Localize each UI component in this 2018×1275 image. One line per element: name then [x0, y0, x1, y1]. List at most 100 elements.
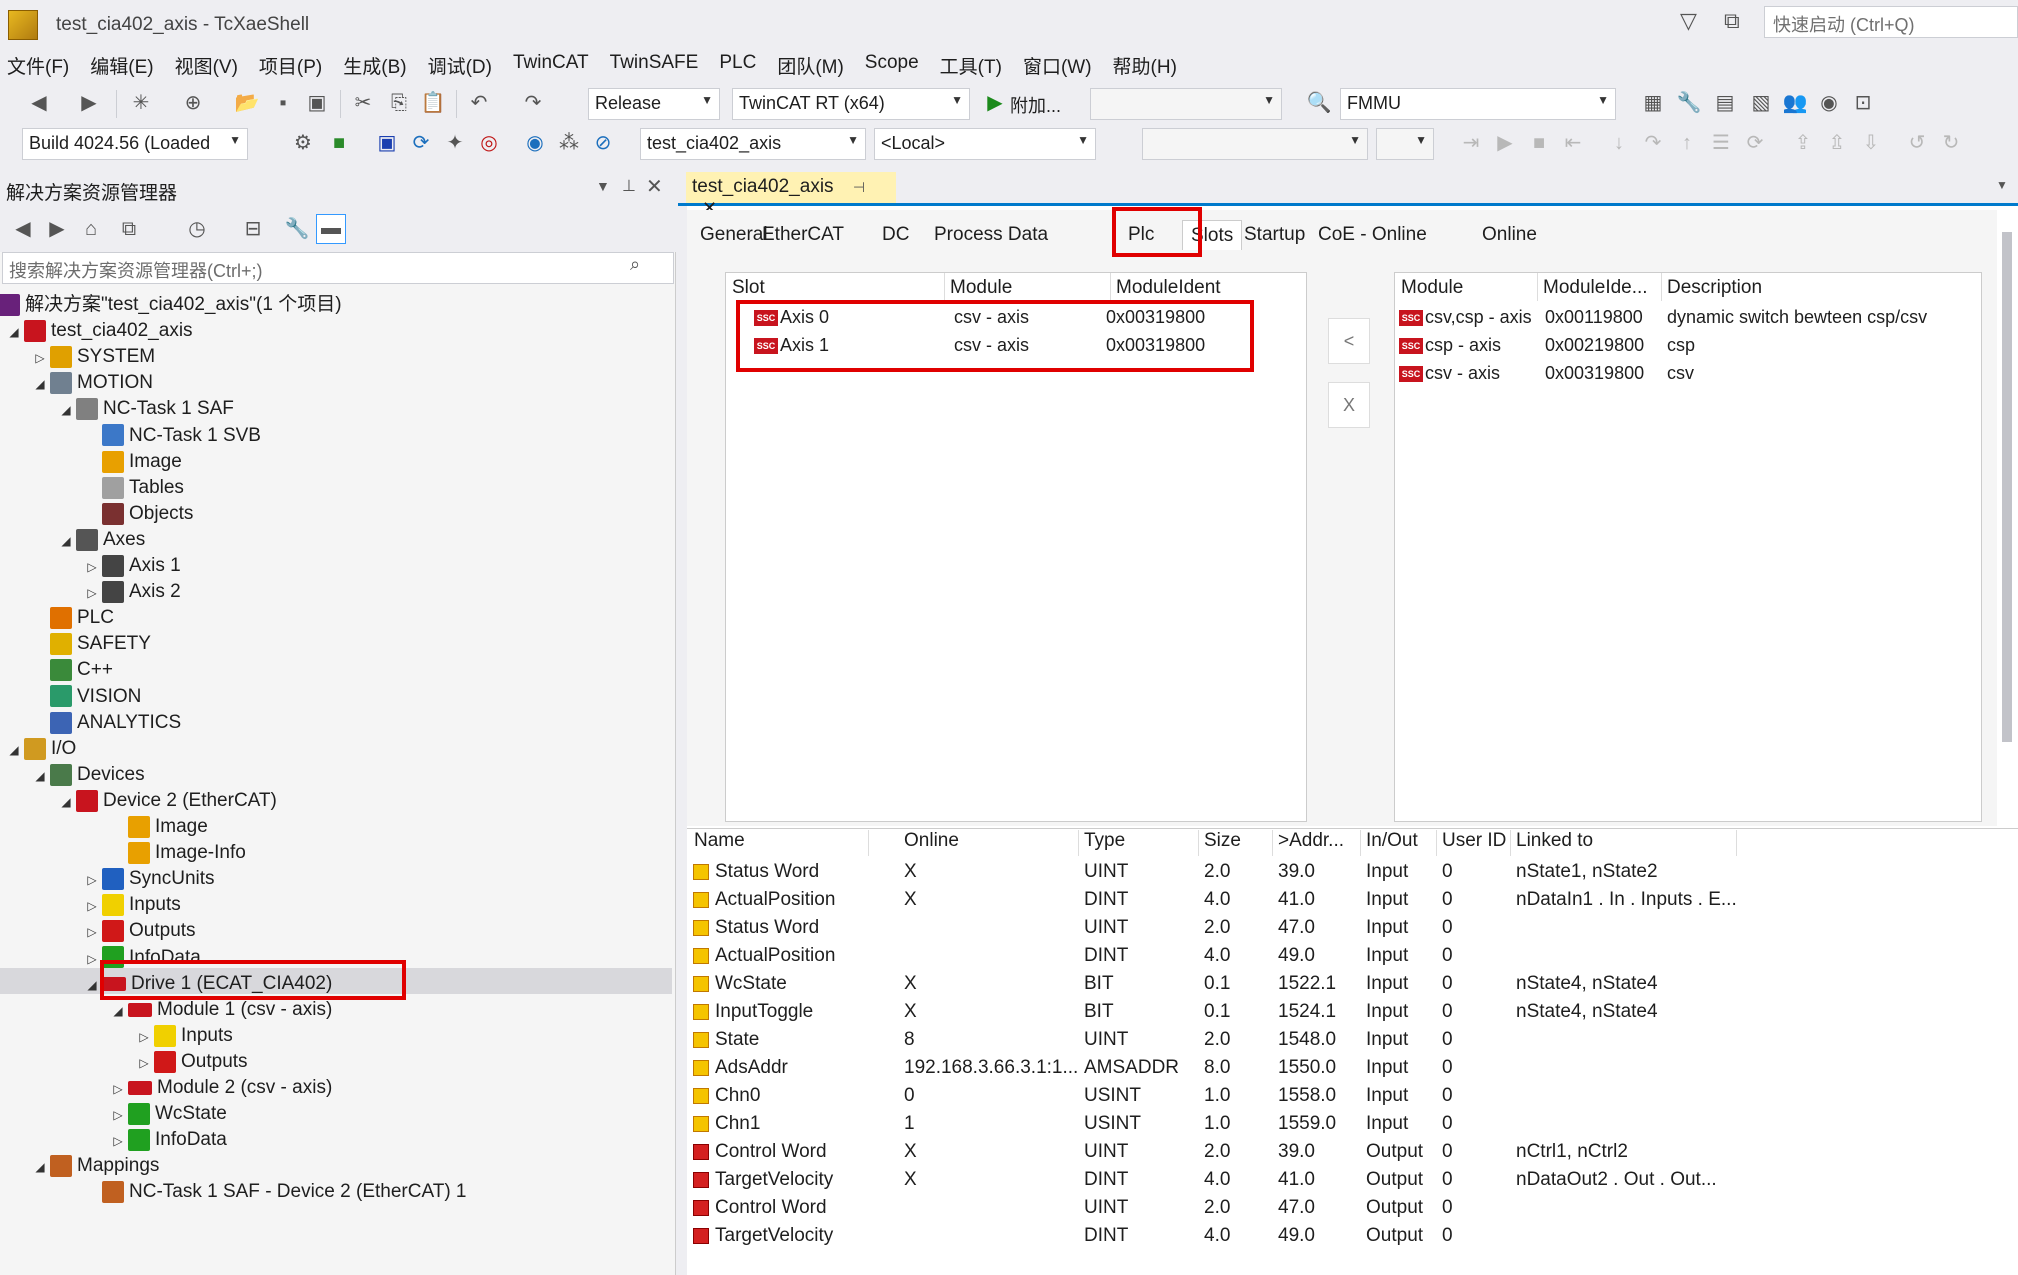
terminal-icon[interactable]: ⊡ — [1850, 90, 1876, 116]
save-all-icon[interactable]: ▣ — [304, 90, 330, 116]
tab-dc[interactable]: DC — [882, 220, 909, 250]
variables-column-header[interactable]: User ID — [1442, 830, 1506, 852]
modules-column-header[interactable]: Module — [1401, 277, 1463, 299]
team-icon[interactable]: 👥 — [1782, 90, 1808, 116]
tree-node[interactable]: ◢ Device 2 (EtherCAT) — [56, 788, 277, 814]
target-system-dropdown[interactable]: <Local> ▼ — [874, 128, 1096, 160]
expand-icon[interactable]: ▷ — [82, 554, 102, 580]
variable-row[interactable]: Control Word UINT 2.0 47.0 Output 0 — [687, 1195, 2018, 1223]
slots-column-header[interactable]: Module — [950, 277, 1012, 299]
modules-column-header[interactable]: ModuleIde... — [1543, 277, 1648, 299]
toggle-freerun-icon[interactable]: ◎ — [476, 130, 502, 156]
expand-icon[interactable]: ▷ — [30, 345, 50, 371]
find-icon[interactable]: 🔍 — [1306, 90, 1332, 116]
tree-node[interactable]: ▷ SyncUnits — [82, 866, 215, 892]
collapse-icon[interactable]: ◢ — [82, 972, 102, 998]
network-icon[interactable]: ⁂ — [556, 130, 582, 156]
variables-column-header[interactable]: Linked to — [1516, 830, 1593, 852]
expand-icon[interactable]: ▷ — [82, 919, 102, 945]
forward-icon[interactable]: ▶ — [76, 90, 102, 116]
menu-item[interactable]: 团队(M) — [770, 50, 857, 80]
menu-item[interactable]: 项目(P) — [252, 50, 336, 80]
attach-button[interactable]: 附加... — [1010, 92, 1061, 118]
slots-column-header[interactable]: ModuleIdent — [1116, 277, 1221, 299]
collapse-icon[interactable]: ◢ — [4, 737, 24, 763]
expand-icon[interactable]: ▷ — [82, 893, 102, 919]
filter-icon[interactable]: ▽ — [1680, 8, 1697, 34]
solution-icon[interactable]: ▦ — [1640, 90, 1666, 116]
tree-node[interactable]: Objects — [82, 501, 193, 527]
variable-row[interactable]: ActualPosition X DINT 4.0 41.0 Input 0 nDataIn1… — [687, 887, 2018, 915]
chevron-down-icon[interactable]: ▼ — [596, 178, 610, 194]
collapse-icon[interactable]: ◢ — [108, 998, 128, 1024]
open-folder-icon[interactable]: 📂 — [234, 90, 260, 116]
start-icon[interactable]: ▶ — [982, 90, 1008, 116]
toolbox-icon[interactable]: ▧ — [1748, 90, 1774, 116]
search-icon[interactable]: ⌕ — [630, 254, 640, 275]
collapse-icon[interactable]: ◢ — [30, 371, 50, 397]
tree-node[interactable]: ▷ WcState — [108, 1101, 227, 1127]
pin-icon[interactable]: ⊥ — [622, 176, 636, 196]
variable-row[interactable]: Status Word UINT 2.0 47.0 Input 0 — [687, 915, 2018, 943]
variable-row[interactable]: TargetVelocity X DINT 4.0 41.0 Output 0 nDataOu… — [687, 1167, 2018, 1195]
search-combo[interactable]: FMMU ▼ — [1340, 88, 1616, 120]
tree-node[interactable]: ▷ Inputs — [134, 1023, 233, 1049]
tree-node[interactable]: ▷ Axis 2 — [82, 579, 181, 605]
collapse-all-icon[interactable]: ⊟ — [240, 216, 266, 242]
variables-column-header[interactable]: Size — [1204, 830, 1241, 852]
reload-icon[interactable]: ⟳ — [408, 130, 434, 156]
insert-module-button[interactable]: < — [1328, 318, 1370, 364]
menu-item[interactable]: 视图(V) — [168, 50, 252, 80]
tab-general[interactable]: General — [700, 220, 768, 250]
run-mode-icon[interactable]: ■ — [326, 130, 352, 156]
variable-row[interactable]: InputToggle X BIT 0.1 1524.1 Input 0 nState4, n… — [687, 999, 2018, 1027]
module-row[interactable]: SSC csp - axis — [1399, 335, 1501, 356]
tab-startup[interactable]: Startup — [1244, 220, 1305, 250]
tree-node[interactable]: ◢ Axes — [56, 527, 145, 553]
configuration-dropdown[interactable]: Release ▼ — [588, 88, 720, 120]
tree-node[interactable]: PLC — [30, 605, 114, 631]
variable-row[interactable]: Control Word X UINT 2.0 39.0 Output 0 nCtrl1, n… — [687, 1139, 2018, 1167]
tree-node[interactable]: Image — [82, 449, 182, 475]
tree-node[interactable]: ▷ Module 2 (csv - axis) — [108, 1075, 332, 1101]
tree-node[interactable]: C++ — [30, 657, 113, 683]
tree-node[interactable]: ▷ Outputs — [134, 1049, 248, 1075]
expand-icon[interactable]: ▷ — [134, 1050, 154, 1076]
expand-icon[interactable]: ▷ — [108, 1076, 128, 1102]
save-icon[interactable]: ▪ — [270, 90, 296, 116]
menu-item[interactable]: 编辑(E) — [83, 50, 167, 80]
variables-column-header[interactable]: Name — [694, 830, 745, 852]
collapse-icon[interactable]: ◢ — [30, 763, 50, 789]
collapse-icon[interactable]: ◢ — [4, 319, 24, 345]
target-icon[interactable]: ◉ — [522, 130, 548, 156]
back-icon[interactable]: ◀ — [26, 90, 52, 116]
menu-item[interactable]: 生成(B) — [336, 50, 420, 80]
menu-item[interactable]: 工具(T) — [933, 50, 1016, 80]
disable-icon[interactable]: ⊘ — [590, 130, 616, 156]
tree-node[interactable]: ▷ SYSTEM — [30, 344, 155, 370]
tree-node[interactable]: NC-Task 1 SVB — [82, 423, 261, 449]
solution-search-input[interactable]: 搜索解决方案资源管理器(Ctrl+;) — [2, 252, 674, 284]
collapse-icon[interactable]: ◢ — [56, 528, 76, 554]
switch-views-icon[interactable]: ⧉ — [116, 216, 142, 242]
menu-item[interactable]: Scope — [858, 50, 933, 80]
variables-column-header[interactable]: In/Out — [1366, 830, 1418, 852]
expand-icon[interactable]: ▷ — [134, 1024, 154, 1050]
tree-node[interactable]: ▷ Outputs — [82, 918, 196, 944]
back-icon[interactable]: ◀ — [10, 216, 36, 242]
new-project-icon[interactable]: ✳ — [128, 90, 154, 116]
collapse-icon[interactable]: ◢ — [30, 1154, 50, 1180]
variable-row[interactable]: ActualPosition DINT 4.0 49.0 Input 0 — [687, 943, 2018, 971]
variable-row[interactable]: AdsAddr 192.168.3.66.3.1:1... AMSADDR 8.0 15… — [687, 1055, 2018, 1083]
tree-node[interactable]: SAFETY — [30, 631, 151, 657]
document-tab[interactable]: test_cia402_axis ⊣ ✕ — [686, 172, 896, 218]
tree-node[interactable]: NC-Task 1 SAF - Device 2 (EtherCAT) 1 — [82, 1179, 467, 1205]
platform-dropdown[interactable]: TwinCAT RT (x64) ▼ — [732, 88, 970, 120]
tree-node[interactable]: ◢ Mappings — [30, 1153, 159, 1179]
tree-node[interactable]: ◢ test_cia402_axis — [4, 318, 193, 344]
close-icon[interactable]: ✕ — [646, 174, 663, 199]
menu-item[interactable]: 文件(F) — [0, 50, 83, 80]
menu-item[interactable]: PLC — [712, 50, 770, 80]
add-item-icon[interactable]: ⊕ — [180, 90, 206, 116]
module-row[interactable]: SSC csv,csp - axis — [1399, 307, 1532, 328]
